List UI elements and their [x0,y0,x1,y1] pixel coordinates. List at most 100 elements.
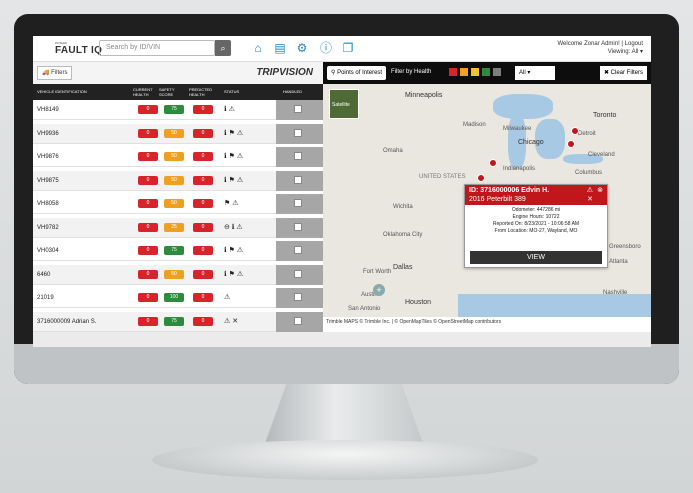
filters-button[interactable]: 🚚 Filters [37,66,73,80]
app-screen: ZONAR FAULT IQ Search by ID/VIN ⌕ ⌂ ▤ ⚙ ⓘ… [33,36,651,347]
handled-cell [276,217,323,238]
health-filter-green[interactable] [482,68,490,76]
vehicle-id[interactable]: VH9782 [37,225,59,231]
lake-superior [493,94,553,119]
close-icon[interactable]: ⊗ [597,186,603,195]
handled-checkbox[interactable] [294,105,302,113]
col-predicted-health[interactable]: PREDICTED HEALTH [189,87,212,97]
table-row[interactable]: 3716000009 Adrian S. 0 75 0 ⚠ ✕ [33,311,323,332]
health-filter-yellow[interactable] [471,68,479,76]
map-label: Oklahoma City [383,232,423,238]
vehicle-id[interactable]: 6460 [37,272,50,278]
windows-icon[interactable]: ❐ [341,41,355,55]
view-button[interactable]: VIEW [470,251,602,264]
col-safety-score[interactable]: SAFETY SCORE [159,87,181,97]
table-row[interactable]: VH0304 0 75 0 ℹ ⚑ ⚠ [33,241,323,261]
satellite-toggle[interactable]: Satellite [329,89,359,119]
status-icons[interactable]: ⚑ ⚠ [224,199,239,207]
map-label: Indianapolis [503,166,536,172]
welcome-text: Welcome Zonar Admin! | Logout Viewing: Al… [557,41,644,55]
col-current-health[interactable]: CURRENT HEALTH [133,87,155,97]
status-icons[interactable]: ⊖ ℹ ⚠ [224,223,243,231]
search-input[interactable]: Search by ID/VIN [99,40,215,56]
vehicle-marker[interactable] [477,174,485,182]
map-label: San Antonio [348,306,381,312]
status-icons[interactable]: ℹ ⚑ ⚠ [224,270,243,278]
map-label: Dallas [393,264,413,271]
handled-cell [276,241,323,261]
status-icons[interactable]: ⚠ ✕ [224,317,238,325]
table-row[interactable]: VH9875 0 50 0 ℹ ⚑ ⚠ [33,170,323,191]
current-health-badge: 0 [138,246,158,255]
settings-gears-icon[interactable]: ⚙ [295,41,309,55]
table-row[interactable]: VH9936 0 50 0 ℹ ⚑ ⚠ [33,123,323,144]
health-filter-gray[interactable] [493,68,501,76]
vehicle-marker[interactable] [567,140,575,148]
handled-cell [276,100,323,120]
document-icon[interactable]: ▤ [273,41,287,55]
handled-checkbox[interactable] [294,175,302,184]
vehicle-id[interactable]: 3716000009 Adrian S. [37,319,96,325]
handled-checkbox[interactable] [294,316,302,325]
vehicle-marker[interactable] [571,127,579,135]
table-row[interactable]: VH9876 0 50 0 ℹ ⚑ ⚠ [33,147,323,167]
health-filter-red[interactable] [449,68,457,76]
predicted-health-badge: 0 [193,128,213,138]
handled-checkbox[interactable] [294,293,302,301]
viewing-select[interactable]: All ▾ [515,66,555,80]
home-icon[interactable]: ⌂ [251,41,265,55]
table-row[interactable]: VH9782 0 25 0 ⊖ ℹ ⚠ [33,217,323,238]
handled-checkbox[interactable] [294,128,302,137]
popup-header: ID: 3716000006 Edvin H. 2016 Peterbilt 3… [465,185,607,205]
status-icons[interactable]: ℹ ⚑ ⚠ [224,176,243,184]
app-logo[interactable]: ZONAR FAULT IQ [55,41,102,56]
map-label: UNITED STATES [419,174,466,180]
health-filter-orange[interactable] [460,68,468,76]
vehicle-id[interactable]: VH0304 [37,248,59,254]
points-of-interest-button[interactable]: ⚲ Points of Interest [327,66,387,80]
handled-checkbox[interactable] [294,152,302,160]
safety-score-badge: 75 [164,316,184,326]
col-status[interactable]: STATUS [224,89,239,94]
col-handled[interactable]: HANDLED [283,89,302,94]
handled-cell [276,311,323,332]
monitor-stand-neck [264,384,424,446]
status-icons[interactable]: ⚠ [224,293,230,301]
vehicle-id[interactable]: VH8149 [37,107,59,113]
popup-details: Odometer: 447286 mi Engine Hours: 10722 … [492,207,580,234]
status-icons[interactable]: ℹ ⚑ ⚠ [224,129,243,137]
gulf-of-mexico [458,294,651,317]
current-health-badge: 0 [138,293,158,302]
vehicle-id[interactable]: VH8058 [37,201,59,207]
vehicle-marker[interactable] [489,159,497,167]
vehicle-id[interactable]: VH9875 [37,178,59,184]
vehicle-id[interactable]: 21019 [37,295,54,301]
table-row[interactable]: VH8058 0 50 0 ⚑ ⚠ [33,194,323,214]
predicted-health-badge: 0 [193,293,213,302]
col-vehicle[interactable]: VEHICLE IDENTIFICATION [37,89,87,94]
current-health-badge: 0 [138,105,158,114]
handled-checkbox[interactable] [294,199,302,207]
predicted-health-badge: 0 [193,316,213,326]
status-icons[interactable]: ℹ ⚠ [224,105,235,113]
predicted-health-badge: 0 [193,105,213,114]
vehicle-id[interactable]: VH9876 [37,154,59,160]
status-icons[interactable]: ℹ ⚑ ⚠ [224,246,243,254]
table-row[interactable]: 6460 0 50 0 ℹ ⚑ ⚠ [33,264,323,285]
table-row[interactable]: VH8149 0 75 0 ℹ ⚠ [33,100,323,120]
search-icon[interactable]: ⌕ [215,40,231,56]
predicted-health-badge: 0 [193,246,213,255]
vehicle-list-panel: 🚚 Filters TRIPVISION VEHICLE IDENTIFICAT… [33,62,323,347]
handled-checkbox[interactable] [294,222,302,231]
info-icon[interactable]: ⓘ [319,41,333,55]
map-label: Milwaukee [503,126,532,132]
handled-checkbox[interactable] [294,269,302,278]
table-row[interactable]: 21019 0 100 0 ⚠ [33,288,323,308]
zoom-control[interactable]: + [373,284,385,296]
handled-checkbox[interactable] [294,246,302,254]
map-label: Omaha [383,148,403,154]
clear-filters-button[interactable]: ✖ Clear Filters [599,66,647,80]
status-icons[interactable]: ℹ ⚑ ⚠ [224,152,243,160]
vehicle-id[interactable]: VH9936 [37,131,59,137]
map-label: Wichita [393,204,413,210]
